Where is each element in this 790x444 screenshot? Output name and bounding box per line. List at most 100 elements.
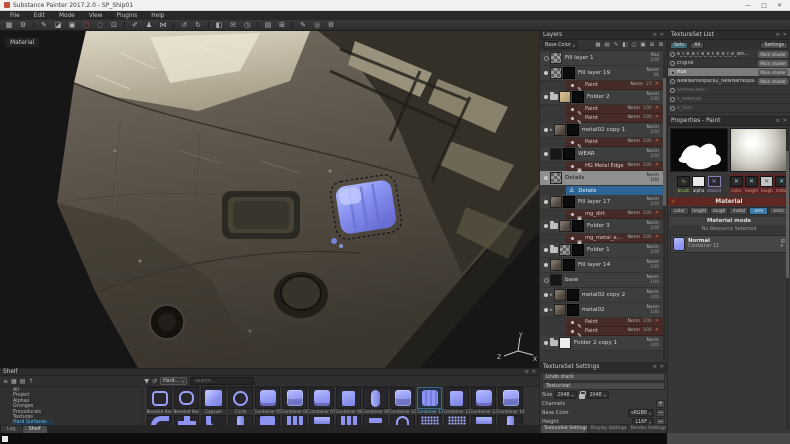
layer-thumbnail[interactable] (554, 304, 566, 316)
remove-effect-icon[interactable]: ✕ (655, 82, 659, 88)
visibility-toggle[interactable] (542, 126, 550, 134)
layer-opacity[interactable]: 100 (650, 58, 659, 63)
layer-thumbnail[interactable] (550, 67, 562, 79)
textureset-radio[interactable] (670, 79, 675, 84)
visibility-toggle[interactable] (542, 150, 550, 158)
visibility-toggle[interactable] (542, 174, 550, 182)
rough-channel-swatch[interactable]: ✕ (760, 176, 773, 187)
layer-row[interactable]: ▸ ⚓ Details ✕ (566, 186, 663, 195)
layer-opacity[interactable]: 100 (650, 178, 659, 183)
layer-row[interactable]: ▸ ⚓ HG Metal Edge Norm 100 ✕ (566, 162, 663, 171)
panel-close-icon[interactable]: ✕ (660, 31, 664, 39)
visibility-toggle[interactable] (542, 69, 550, 77)
main-shader-button[interactable]: Main shader (758, 69, 788, 76)
minimize-button[interactable]: — (745, 1, 751, 10)
rotate-right-icon[interactable]: ↻ (191, 20, 205, 31)
main-shader-button[interactable]: Main shader (758, 78, 788, 85)
remove-effect-icon[interactable]: ✕ (655, 211, 659, 217)
layer-row[interactable]: ▸ ⚓ Paint Norm 100 ✕ (566, 138, 663, 147)
shelf-item[interactable]: Container 10 (389, 387, 416, 415)
textureset-radio[interactable] (670, 88, 675, 93)
layer-thumbnail[interactable] (550, 274, 562, 286)
rotate-left-icon[interactable]: ↺ (177, 20, 191, 31)
layer-opacity[interactable]: 100 (650, 250, 659, 255)
shelf-item[interactable]: Beveled Rec... (173, 387, 200, 415)
layer-thumbnail[interactable] (554, 289, 566, 301)
search-input[interactable] (190, 377, 254, 385)
dock-tab[interactable]: Shelf (23, 426, 47, 433)
textureset-row[interactable]: ShieldGlass Main shader (668, 86, 790, 95)
list-settings-button[interactable]: Settings (760, 42, 788, 49)
display-mode-icon[interactable]: ◧ (212, 20, 226, 31)
toolbar-icon[interactable] (257, 22, 258, 29)
layer-opacity[interactable]: 100 (643, 139, 652, 144)
message-icon[interactable]: ✉ (226, 20, 240, 31)
alpha-swatch[interactable] (692, 176, 705, 187)
textureset-radio[interactable] (670, 97, 675, 102)
all-button[interactable]: All (690, 42, 704, 49)
textureset-row[interactable]: s_dust Main shader (668, 104, 790, 113)
remove-effect-icon[interactable]: ✕ (655, 106, 659, 112)
layer-opacity[interactable]: 100 (643, 163, 652, 168)
panel-close-icon[interactable]: ✕ (660, 363, 664, 371)
properties-scrollbar[interactable] (786, 127, 789, 429)
layer-row[interactable]: ▸ ⚓ Folder 3 Norm 100 ✕ (540, 219, 663, 234)
layer-row[interactable]: ▸ ⚓ mg_dirt Norm 100 ✕ (566, 210, 663, 219)
background-icon[interactable]: ⊞ (648, 42, 656, 48)
blend-mode[interactable]: Norm (627, 235, 640, 240)
visibility-toggle[interactable] (568, 162, 576, 170)
mask-thumbnail[interactable] (567, 289, 579, 301)
visibility-toggle[interactable] (568, 210, 576, 218)
layer-thumbnail[interactable] (550, 172, 562, 184)
shelf-item[interactable]: Container 09 (362, 387, 389, 415)
brush-swatch[interactable]: ∿ (677, 176, 690, 187)
textureset-row[interactable]: NewNamespace2_NewNamespa... Main shader (668, 77, 790, 86)
channel-button[interactable]: color (670, 207, 689, 215)
menu-item[interactable]: Help (144, 13, 171, 19)
size-select-secondary[interactable]: 2048▾ (587, 391, 609, 399)
normal-resource-row[interactable]: Normal Container 11 ▤ ▾ (670, 235, 788, 253)
shelf-item[interactable]: Beveled Rec... (146, 387, 173, 415)
visibility-toggle[interactable] (542, 222, 550, 230)
panel-menu-icon[interactable]: ≡ (525, 368, 529, 376)
viewport-3d[interactable]: Material Z Y X (0, 31, 539, 368)
add-channel-button[interactable]: + (656, 400, 665, 408)
remove-effect-icon[interactable]: ✕ (655, 163, 659, 169)
main-menu-icon[interactable]: ▦ (2, 20, 16, 31)
layer-opacity[interactable]: 100 (650, 265, 659, 270)
eraser-tool[interactable]: ◪ (51, 20, 65, 31)
pen-pressure-icon[interactable]: ✎ (296, 20, 310, 31)
layer-row[interactable]: ▸ ⚓ Folder 2 Norm 100 ✕ (540, 90, 663, 105)
layer-thumbnail[interactable] (554, 124, 566, 136)
layer-opacity[interactable]: 100 (650, 202, 659, 207)
textureset-row[interactable]: Hull Main shader (668, 68, 790, 77)
shelf-item[interactable]: Container 07 (308, 387, 335, 415)
mask-thumbnail[interactable] (572, 244, 584, 256)
shelf-item[interactable]: Container 08 (335, 387, 362, 415)
layer-row[interactable]: ▸ ⚓ Fill layer 14 Norm 100 ✕ (540, 258, 663, 273)
chevron-down-icon[interactable]: ▾ (781, 245, 785, 249)
blend-mode[interactable]: Norm (627, 106, 640, 111)
layer-opacity[interactable]: 100 (643, 106, 652, 111)
mask-thumbnail[interactable] (563, 148, 575, 160)
add-layer-icon[interactable]: ▤ (603, 42, 611, 48)
filter-icon[interactable]: ▼ (144, 378, 149, 385)
shelf-item[interactable]: Container 11 (416, 387, 443, 415)
textureset-radio[interactable] (670, 106, 675, 111)
layer-row[interactable]: ▸ ⚓ Fill layer 19 Norm 36 ✕ (540, 66, 663, 81)
height-channel-swatch[interactable]: ✕ (745, 176, 758, 187)
size-select[interactable]: 2048▾ (554, 391, 576, 399)
layer-thumbnail[interactable] (559, 244, 571, 256)
blend-mode[interactable]: Norm (627, 319, 640, 324)
filter-chip[interactable]: Hard...✕ (160, 377, 187, 385)
shelf-list-view-icon[interactable]: ▤ (20, 378, 26, 385)
projection-tool[interactable]: ▣ (65, 20, 79, 31)
visibility-toggle[interactable] (542, 276, 550, 284)
settings-tab[interactable]: Render Settings (628, 425, 666, 433)
resource-menu-icon[interactable]: ▤ (781, 240, 785, 244)
clone-tool[interactable]: ⊡ (107, 20, 121, 31)
add-fill-layer-icon[interactable]: ▦ (594, 42, 602, 48)
material-sphere-preview[interactable] (730, 128, 788, 172)
blend-mode[interactable]: Norm (627, 163, 640, 168)
menu-item[interactable]: Mode (52, 13, 82, 19)
